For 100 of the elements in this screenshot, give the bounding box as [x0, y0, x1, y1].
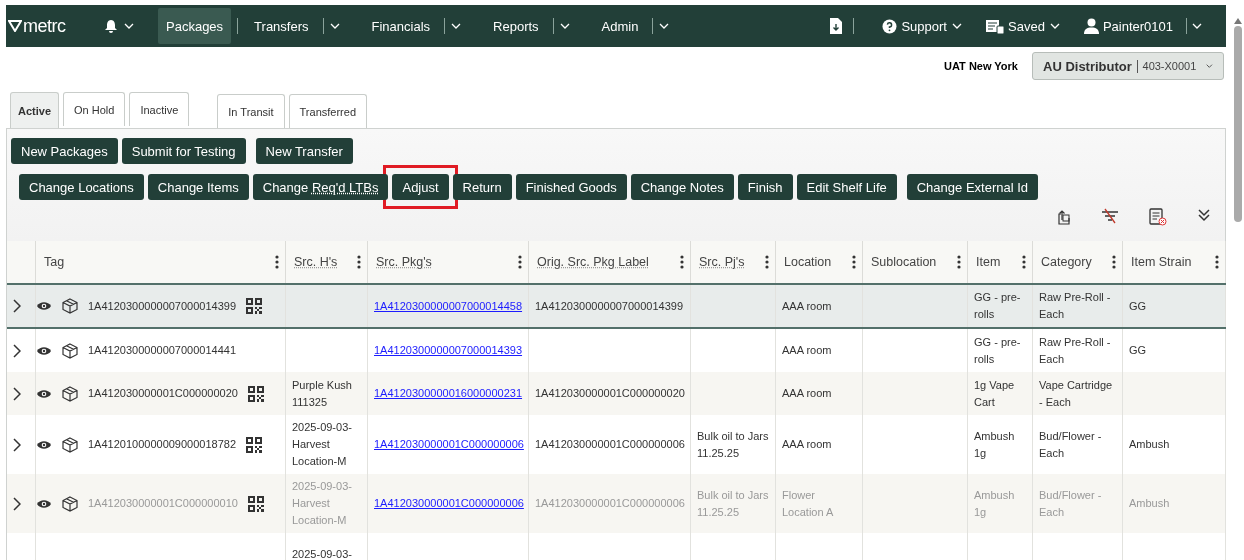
table-cell-text: AAA room — [782, 343, 832, 358]
cube-icon[interactable] — [62, 342, 78, 359]
cube-icon[interactable] — [62, 495, 78, 512]
table-cell-text: Ambush 1g — [974, 428, 1016, 461]
file-download-icon[interactable] — [830, 18, 843, 34]
package-link[interactable]: 1A412030000001C000000006 — [374, 436, 524, 453]
package-tag: 1A4120100000009000018782 — [88, 436, 237, 453]
column-header: Src. Pkg's — [376, 255, 433, 269]
table-cell-text: GG — [1129, 343, 1147, 358]
action-button[interactable]: Change Locations — [19, 174, 144, 200]
eye-icon[interactable] — [36, 498, 52, 509]
action-button[interactable]: Submit for Testing — [121, 138, 246, 164]
support-menu[interactable]: Support — [882, 18, 947, 34]
table-row[interactable]: 1A412030000001C000000010 2025-09-03-Harvest Location-M 1A412030000001C000000006 1A412030000001C000000006 Bulk oil to Jars 11.25.25 Flower Location A Ambush 1g Bud/Flower - Each Ambush — [7, 474, 1226, 533]
column-menu-icon[interactable] — [852, 255, 856, 269]
column-menu-icon[interactable] — [1022, 255, 1026, 269]
table-cell-text: 1A412030000001C000000020 — [535, 386, 685, 401]
qr-code-icon[interactable] — [247, 495, 264, 512]
table-row[interactable]: 1A4120300000007000014399 1A4120300000007000014458 1A4120300000007000014399 AAA room GG - pre-rolls Raw Pre-Roll - Each GG — [7, 285, 1226, 329]
shield-logo-icon — [8, 20, 22, 32]
eye-icon[interactable] — [36, 345, 52, 356]
action-button[interactable]: New Transfer — [255, 138, 353, 164]
table-row[interactable]: 1A412030000001C000000020 Purple Kush 111325 1A4120300000016000000231 1A412030000001C000000020 AAA room 1g Vape Cart Vape Cartridge - Each — [7, 372, 1226, 415]
qr-code-icon[interactable] — [246, 298, 263, 314]
clear-filter-icon[interactable] — [1101, 208, 1119, 224]
scrollbar-thumb[interactable] — [1234, 26, 1242, 222]
double-chevron-down-icon[interactable] — [1197, 208, 1211, 222]
chevron-right-icon[interactable] — [13, 299, 21, 313]
cube-icon[interactable] — [62, 385, 78, 402]
chevron-right-icon[interactable] — [13, 496, 21, 511]
logo-text: metrc — [23, 15, 66, 37]
table-cell-text: Ambush 1g — [974, 487, 1016, 520]
state-label: UAT New York — [944, 60, 1018, 72]
column-menu-icon[interactable] — [357, 255, 361, 269]
eye-icon[interactable] — [36, 388, 52, 399]
action-button[interactable]: New Packages — [11, 138, 118, 164]
report-icon[interactable] — [986, 18, 1004, 34]
action-button[interactable]: Change External Id — [906, 174, 1039, 200]
clear-report-icon[interactable] — [1149, 208, 1167, 226]
nav-menu-item[interactable]: Transfers — [246, 8, 317, 44]
eye-icon[interactable] — [36, 439, 52, 450]
table-cell-text: AAA room — [782, 437, 832, 452]
column-header: Tag — [44, 255, 66, 269]
package-tag: 1A412030000001C000000020 — [88, 385, 238, 402]
package-tag: 1A4120300000007000014441 — [88, 342, 237, 359]
tab[interactable]: On Hold — [63, 92, 126, 126]
package-link[interactable]: 1A412030000001C000000006 — [374, 495, 524, 512]
qr-code-icon[interactable] — [247, 385, 264, 402]
action-button[interactable]: Change Notes — [630, 174, 734, 200]
action-button[interactable]: Change Req'd LTBs — [252, 174, 389, 200]
table-row[interactable]: 2025-09-03- — [7, 533, 1226, 560]
package-tag: 1A4120300000007000014399 — [88, 297, 237, 315]
help-icon[interactable] — [882, 18, 898, 34]
action-button[interactable]: Return — [452, 174, 512, 200]
export-icon[interactable] — [1057, 208, 1071, 225]
chevron-right-icon[interactable] — [13, 343, 21, 358]
nav-menu-item[interactable]: Admin — [593, 8, 647, 44]
column-menu-icon[interactable] — [765, 255, 769, 269]
bell-icon[interactable] — [104, 18, 118, 34]
nav-menu-item[interactable]: Packages — [158, 8, 232, 44]
tab[interactable]: In Transit — [217, 94, 285, 128]
column-header: Src. H's — [294, 255, 339, 269]
saved-menu[interactable]: Saved — [986, 18, 1045, 34]
package-link[interactable]: 1A4120300000007000014393 — [374, 342, 523, 359]
column-menu-icon[interactable] — [1215, 255, 1219, 269]
table-cell-text: Bulk oil to Jars 11.25.25 — [697, 428, 769, 461]
user-icon[interactable] — [1083, 18, 1099, 34]
column-menu-icon[interactable] — [275, 255, 279, 269]
cube-icon[interactable] — [62, 298, 78, 314]
nav-menu-item[interactable]: Reports — [485, 8, 547, 44]
column-menu-icon[interactable] — [957, 255, 961, 269]
chevron-right-icon[interactable] — [13, 386, 21, 401]
cube-icon[interactable] — [62, 436, 78, 453]
package-link[interactable]: 1A4120300000016000000231 — [374, 385, 523, 402]
caret-icon[interactable] — [1206, 63, 1213, 69]
table-cell-text: 1A412030000001C000000006 — [535, 496, 685, 511]
action-button[interactable]: Finished Goods — [515, 174, 627, 200]
chevron-right-icon[interactable] — [13, 437, 21, 452]
package-link[interactable]: 1A4120300000007000014458 — [374, 297, 523, 315]
scroll-up-icon[interactable] — [1234, 18, 1242, 24]
table-cell-text: Raw Pre-Roll - Each — [1039, 334, 1112, 367]
action-button[interactable]: Adjust — [392, 174, 449, 200]
user-menu[interactable]: Painter0101 — [1083, 18, 1173, 34]
facility-select[interactable]: AU Distributor 403-X0001 — [1032, 52, 1224, 80]
table-cell-text: AAA room — [782, 386, 832, 401]
column-menu-icon[interactable] — [518, 255, 522, 269]
tab[interactable]: Transferred — [288, 94, 367, 128]
tab[interactable]: Inactive — [129, 92, 190, 126]
nav-menu-item[interactable]: Financials — [363, 8, 439, 44]
action-button[interactable]: Finish — [737, 174, 793, 200]
eye-icon[interactable] — [36, 301, 52, 311]
column-header: Sublocation — [871, 255, 938, 269]
table-cell-text: 1A412030000001C000000006 — [535, 437, 685, 452]
column-header: Location — [784, 255, 833, 269]
action-button[interactable]: Edit Shelf Life — [796, 174, 897, 200]
column-menu-icon[interactable] — [1112, 255, 1116, 269]
tab[interactable]: Active — [10, 92, 60, 128]
qr-code-icon[interactable] — [246, 436, 263, 453]
action-button[interactable]: Change Items — [147, 174, 249, 200]
column-menu-icon[interactable] — [680, 255, 684, 269]
